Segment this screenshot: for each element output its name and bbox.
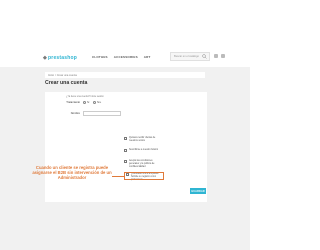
checkbox-partner-offers: Quisiera recibir ofertas de nuestros soc… — [124, 137, 160, 143]
save-button[interactable]: GUARDAR — [190, 188, 206, 194]
main-nav: CLOTHES ACCESSORIES ART — [92, 55, 151, 59]
nav-item-clothes[interactable]: CLOTHES — [92, 55, 108, 59]
registration-form-card — [45, 92, 207, 202]
page-title: Crear una cuenta — [45, 80, 88, 86]
checkbox-partner-offers-label: Quisiera recibir ofertas de nuestros soc… — [129, 137, 156, 142]
store-logo[interactable]: ◆ prestashop — [43, 54, 77, 62]
user-icon[interactable] — [214, 54, 218, 58]
b2b-highlight-box — [124, 172, 164, 180]
save-button-label: GUARDAR — [191, 189, 205, 193]
search-input[interactable]: Buscar en el catálogo — [170, 52, 210, 61]
login-link[interactable]: ¿Ya tiene una cuenta? Inicie sesión — [66, 95, 104, 98]
radio-mr[interactable] — [83, 101, 86, 104]
annotation-text: Cuando un cliente se registra puede asig… — [32, 165, 112, 180]
search-placeholder: Buscar en el catálogo — [174, 55, 199, 58]
first-name-input[interactable] — [83, 111, 121, 116]
breadcrumb-home[interactable]: Inicio — [48, 74, 54, 77]
title-field: Tratamiento Sr. Sra. — [52, 101, 104, 104]
title-label: Tratamiento — [66, 101, 80, 104]
radio-mr-label: Sr. — [87, 101, 90, 104]
checkbox-partner-offers-box[interactable] — [124, 137, 127, 141]
nav-item-art[interactable]: ART — [144, 55, 151, 59]
checkbox-newsletter-label: Suscribirse a nuestro boletín — [129, 149, 159, 151]
nav-item-accessories[interactable]: ACCESSORIES — [114, 55, 138, 59]
checkbox-newsletter: Suscribirse a nuestro boletín — [124, 149, 160, 153]
cart-icon[interactable] — [221, 54, 225, 58]
checkbox-terms: Acepto las condiciones generales y la po… — [124, 160, 160, 169]
top-header — [0, 0, 250, 40]
first-name-field: Nombre — [52, 111, 121, 116]
logo-text: prestashop — [48, 55, 77, 61]
logo-icon: ◆ — [43, 55, 48, 61]
breadcrumb-separator: / — [55, 73, 56, 77]
checkbox-newsletter-box[interactable] — [124, 149, 127, 153]
first-name-label: Nombre — [70, 112, 80, 115]
user-icons — [214, 54, 225, 58]
search-icon[interactable] — [202, 54, 207, 59]
breadcrumb-current: Crear una cuenta — [56, 73, 77, 77]
checkbox-terms-box[interactable] — [124, 160, 127, 164]
radio-mrs[interactable] — [92, 101, 96, 104]
checkbox-terms-label: Acepto las condiciones generales y la po… — [129, 160, 155, 168]
breadcrumb: Inicio / Crear una cuenta — [45, 72, 205, 78]
radio-mrs-label: Sra. — [96, 101, 102, 104]
